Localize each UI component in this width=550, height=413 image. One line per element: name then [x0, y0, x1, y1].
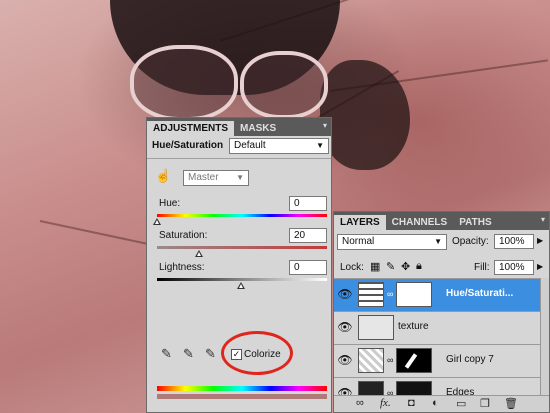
- saturation-label: Saturation:: [159, 230, 208, 241]
- chevron-right-icon[interactable]: ▶: [537, 262, 543, 271]
- fill-label: Fill:: [474, 262, 490, 273]
- saturation-slider-thumb[interactable]: [195, 250, 203, 257]
- blend-mode-dropdown[interactable]: Normal ▼: [337, 234, 447, 250]
- saturation-track: [157, 246, 327, 249]
- layer-name: Hue/Saturati...: [446, 288, 514, 299]
- hue-slider-thumb[interactable]: [153, 218, 161, 225]
- panel-menu-icon[interactable]: ▾: [541, 215, 545, 224]
- chevron-down-icon: ▼: [236, 173, 244, 182]
- tab-channels[interactable]: CHANNELS: [386, 215, 454, 230]
- lock-image-icon[interactable]: ✎: [386, 260, 395, 273]
- new-layer-icon[interactable]: ❐: [480, 397, 490, 410]
- layer-name: Girl copy 7: [446, 354, 494, 365]
- layer-row[interactable]: 👁︎ ∞ Hue/Saturati...: [334, 278, 543, 311]
- source-spectrum-bar: [157, 386, 327, 391]
- lightness-input[interactable]: 0: [289, 260, 327, 275]
- layers-scrollbar[interactable]: [540, 278, 549, 398]
- eye-icon[interactable]: 👁︎: [336, 320, 354, 336]
- layer-thumbnail: [358, 315, 394, 340]
- add-mask-icon[interactable]: ◘: [408, 397, 415, 409]
- tab-layers[interactable]: LAYERS: [334, 215, 386, 230]
- link-icon[interactable]: ∞: [387, 289, 393, 299]
- layer-row[interactable]: 👁︎ ∞ Girl copy 7: [334, 344, 543, 377]
- lightness-slider-thumb[interactable]: [237, 282, 245, 289]
- hue-spectrum: [157, 214, 327, 217]
- result-color-bar: [157, 394, 327, 399]
- targeted-adjustment-icon[interactable]: ☝: [155, 168, 171, 184]
- panel-menu-icon[interactable]: ▾: [323, 121, 327, 130]
- eye-icon[interactable]: 👁︎: [336, 353, 354, 369]
- layer-mask-thumbnail[interactable]: [396, 282, 432, 307]
- hue-label: Hue:: [159, 198, 181, 209]
- chevron-right-icon[interactable]: ▶: [537, 236, 543, 245]
- lightness-label: Lightness:: [159, 262, 205, 273]
- layer-thumbnail: [358, 348, 384, 373]
- saturation-input[interactable]: 20: [289, 228, 327, 243]
- chevron-down-icon: ▼: [316, 141, 324, 150]
- link-icon[interactable]: ∞: [387, 355, 393, 365]
- opacity-label: Opacity:: [452, 236, 489, 247]
- hue-input[interactable]: 0: [289, 196, 327, 211]
- tab-adjustments[interactable]: ADJUSTMENTS: [147, 121, 235, 136]
- channel-dropdown[interactable]: Master ▼: [183, 170, 249, 186]
- lightness-track: [157, 278, 327, 281]
- lock-label: Lock:: [340, 262, 364, 273]
- lock-position-icon[interactable]: ✥: [401, 260, 410, 273]
- lock-all-icon[interactable]: 🔒︎: [416, 260, 422, 273]
- adjustments-tabbar: ADJUSTMENTS MASKS ▾: [147, 118, 331, 136]
- channel-value: Master: [188, 172, 219, 183]
- fx-icon[interactable]: fx.: [380, 397, 391, 409]
- layers-panel: LAYERS CHANNELS PATHS ▾ Normal ▼ Opacity…: [333, 211, 550, 413]
- adjustment-layer-icon: [358, 282, 384, 307]
- eye-icon[interactable]: 👁︎: [336, 287, 354, 303]
- preset-dropdown[interactable]: Default ▼: [229, 138, 329, 154]
- tab-masks[interactable]: MASKS: [234, 121, 282, 136]
- layer-mask-thumbnail[interactable]: [396, 348, 432, 373]
- fill-input[interactable]: 100%: [494, 260, 534, 275]
- eyedropper-icon[interactable]: ✎: [161, 346, 172, 362]
- new-adjustment-layer-icon[interactable]: ◐: [432, 397, 439, 409]
- sunglasses: [130, 45, 330, 121]
- tab-paths[interactable]: PATHS: [453, 215, 497, 230]
- eyedropper-plus-icon[interactable]: ✎: [183, 346, 194, 362]
- highlight-circle: [221, 331, 293, 375]
- adjustment-title: Hue/Saturation: [152, 140, 224, 151]
- chevron-down-icon: ▼: [434, 237, 442, 246]
- layers-tabbar: LAYERS CHANNELS PATHS ▾: [334, 212, 549, 230]
- new-group-icon[interactable]: ▭: [456, 397, 466, 410]
- layer-row[interactable]: 👁︎ texture: [334, 311, 543, 344]
- lock-transparent-icon[interactable]: ▦: [370, 260, 380, 273]
- trash-icon[interactable]: 🗑︎: [504, 397, 518, 410]
- layer-name: texture: [398, 321, 429, 332]
- blend-mode-value: Normal: [342, 236, 375, 247]
- preset-value: Default: [234, 140, 266, 151]
- opacity-input[interactable]: 100%: [494, 234, 534, 249]
- eyedropper-minus-icon[interactable]: ✎: [205, 346, 216, 362]
- layers-bottom-toolbar: ∞ fx. ◘ ◐ ▭ ❐ 🗑︎: [334, 395, 549, 412]
- link-layers-icon[interactable]: ∞: [356, 397, 364, 409]
